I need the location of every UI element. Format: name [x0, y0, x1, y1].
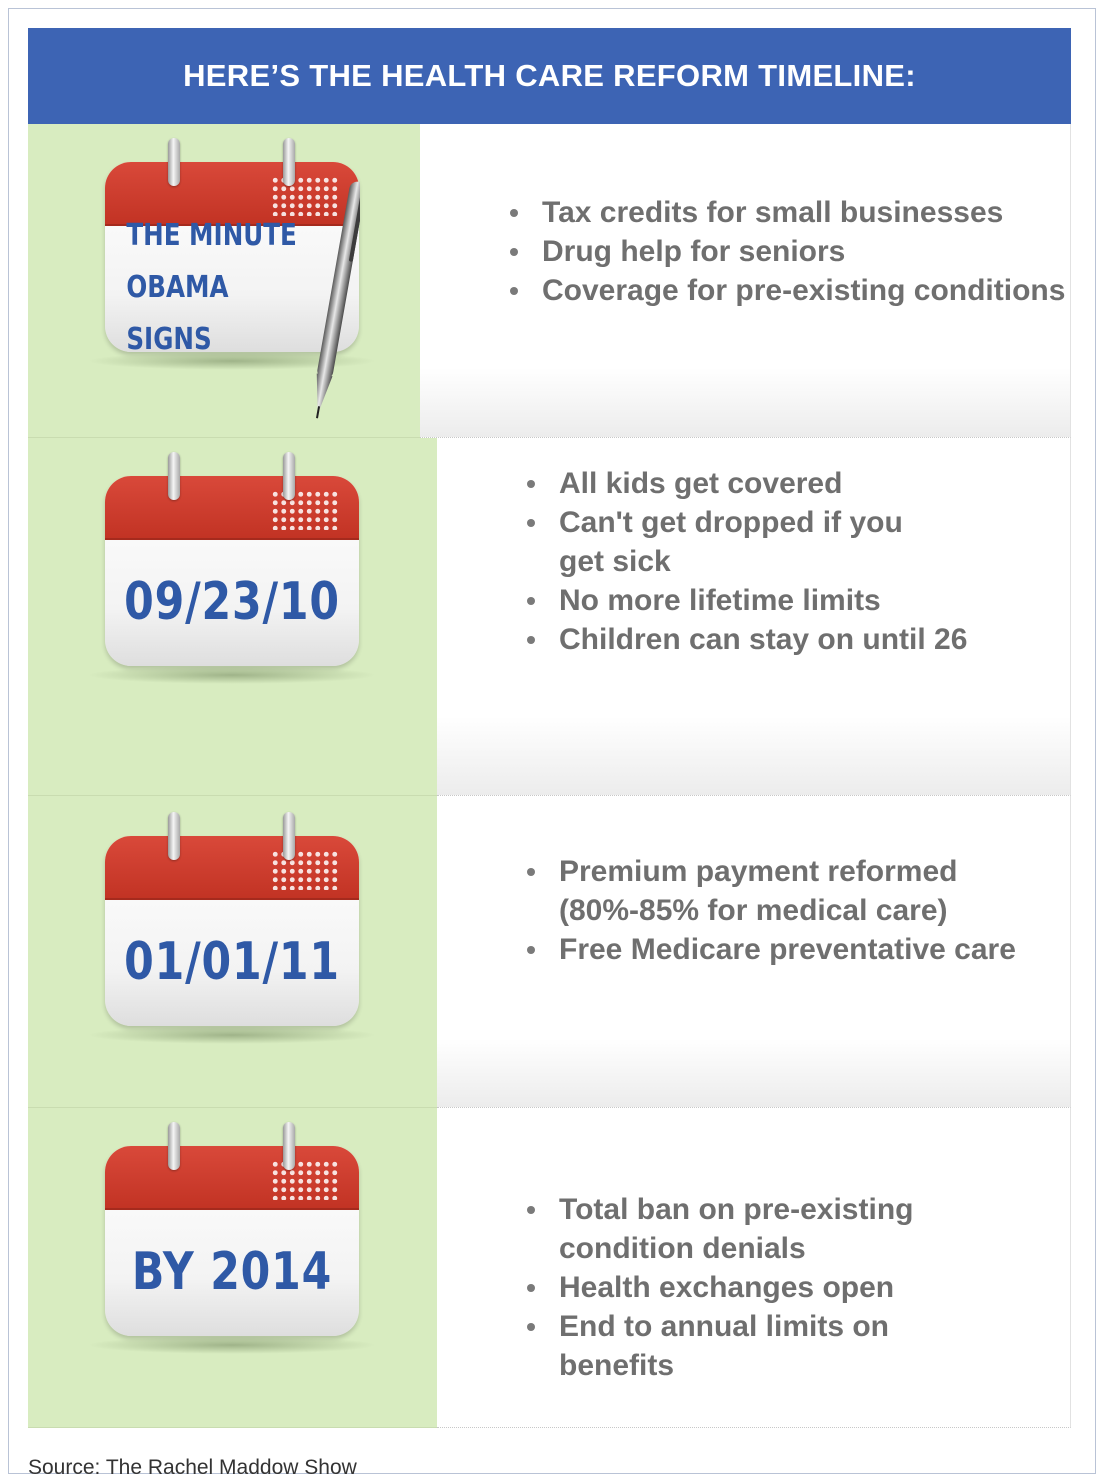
bullets-cell: Tax credits for small businesses Drug he… — [420, 124, 1071, 438]
pen-icon — [316, 181, 360, 419]
date-cell: 01/01/11 — [28, 796, 437, 1108]
list-item: Drug help for seniors — [510, 232, 1070, 271]
timeline-row: 01/01/11 Premium payment reformed (80%-8… — [28, 796, 1071, 1108]
timeline-row: THE MINUTE OBAMA SIGNS Tax credits for s… — [28, 124, 1071, 438]
calendar-icon: 01/01/11 — [87, 812, 377, 1044]
list-item: Can't get dropped if you get sick — [527, 503, 919, 581]
calendar-ring-icon — [168, 138, 180, 186]
list-item: End to annual limits on benefits — [527, 1307, 1007, 1385]
list-item: Health exchanges open — [527, 1268, 1007, 1307]
list-item: Free Medicare preventative care — [527, 930, 1027, 969]
list-item: No more lifetime limits — [527, 581, 1047, 620]
calendar-header-band — [105, 476, 359, 540]
calendar-ring-icon — [168, 452, 180, 500]
calendar-dots-icon — [271, 850, 339, 890]
bullets-cell: All kids get covered Can't get dropped i… — [437, 438, 1071, 796]
timeline-row: BY 2014 Total ban on pre-existing condit… — [28, 1108, 1071, 1428]
bullets-cell: Premium payment reformed (80%-85% for me… — [437, 796, 1071, 1108]
calendar-header-band — [105, 836, 359, 900]
calendar-date-label: THE MINUTE OBAMA SIGNS — [105, 218, 313, 357]
calendar-dots-icon — [271, 1160, 339, 1200]
calendar-ring-icon — [283, 138, 295, 186]
calendar-ring-icon — [283, 452, 295, 500]
list-item: Tax credits for small businesses — [510, 193, 1070, 232]
date-line: OBAMA SIGNS — [126, 270, 229, 357]
calendar-date-label: 09/23/10 — [124, 572, 340, 632]
source-caption: Source: The Rachel Maddow Show — [28, 1456, 357, 1479]
bullet-list: Premium payment reformed (80%-85% for me… — [437, 852, 1027, 969]
bullet-list: Total ban on pre-existing condition deni… — [437, 1190, 1007, 1385]
calendar-ring-icon — [283, 812, 295, 860]
calendar-icon: 09/23/10 — [87, 452, 377, 684]
calendar-date-label: 01/01/11 — [124, 932, 340, 992]
calendar-dots-icon — [271, 490, 339, 530]
bullets-cell: Total ban on pre-existing condition deni… — [437, 1108, 1071, 1428]
list-item: Children can stay on until 26 — [527, 620, 1047, 659]
timeline-row: 09/23/10 All kids get covered Can't get … — [28, 438, 1071, 796]
date-cell: 09/23/10 — [28, 438, 437, 796]
list-item: Coverage for pre-existing conditions — [510, 271, 1070, 310]
bullet-list: Tax credits for small businesses Drug he… — [420, 193, 1070, 310]
calendar-shadow — [87, 1336, 377, 1354]
list-item: All kids get covered — [527, 464, 1047, 503]
date-cell: THE MINUTE OBAMA SIGNS — [28, 124, 420, 438]
header-title: HERE’S THE HEALTH CARE REFORM TIMELINE: — [183, 58, 916, 93]
calendar-shadow — [87, 666, 377, 684]
calendar-shadow — [87, 1026, 377, 1044]
calendar-ring-icon — [283, 1122, 295, 1170]
calendar-icon: BY 2014 — [87, 1122, 377, 1354]
calendar-header-band — [105, 1146, 359, 1210]
date-cell: BY 2014 — [28, 1108, 437, 1428]
calendar-ring-icon — [168, 812, 180, 860]
bullet-list: All kids get covered Can't get dropped i… — [437, 464, 1047, 659]
calendar-date-label: BY 2014 — [131, 1242, 333, 1302]
calendar-ring-icon — [168, 1122, 180, 1170]
timeline-header: HERE’S THE HEALTH CARE REFORM TIMELINE: — [28, 28, 1071, 124]
list-item: Total ban on pre-existing condition deni… — [527, 1190, 1007, 1268]
list-item: Premium payment reformed (80%-85% for me… — [527, 852, 1027, 930]
date-line: THE MINUTE — [126, 218, 297, 253]
